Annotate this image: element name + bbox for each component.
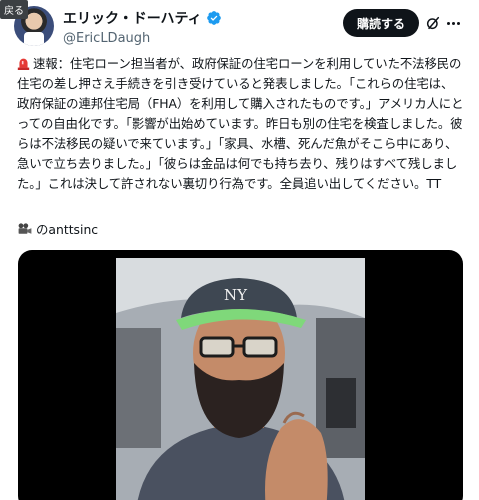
video-player[interactable]: NY bbox=[18, 250, 463, 500]
video-still: NY bbox=[116, 258, 365, 500]
display-name-text[interactable]: エリック・ドーハティ bbox=[63, 8, 202, 28]
subscribe-button[interactable]: 購読する bbox=[342, 9, 419, 37]
more-icon[interactable] bbox=[447, 18, 465, 28]
movie-camera-icon bbox=[18, 223, 32, 234]
video-credit: のanttsinc bbox=[17, 220, 98, 238]
verified-badge-icon bbox=[206, 11, 221, 25]
tweet-text: 速報：住宅ローン担当者が、政府保証の住宅ローンを利用していた不法移民の住宅の差し… bbox=[17, 54, 465, 194]
tweet-header: エリック・ドーハティ @EricLDaugh 購読する bbox=[14, 6, 465, 46]
author-handle[interactable]: @EricLDaugh bbox=[63, 31, 222, 46]
credit-text: のanttsinc bbox=[36, 222, 99, 237]
tweet-body: 速報：住宅ローン担当者が、政府保証の住宅ローンを利用していた不法移民の住宅の差し… bbox=[17, 56, 464, 191]
back-tooltip: 戻る bbox=[0, 0, 28, 19]
siren-icon bbox=[17, 58, 30, 70]
grok-icon[interactable] bbox=[425, 15, 441, 31]
author-display-name[interactable]: エリック・ドーハティ bbox=[63, 8, 222, 28]
video-frame[interactable]: NY bbox=[116, 258, 365, 500]
cap-logo: NY bbox=[224, 286, 248, 304]
author-name-block: エリック・ドーハティ @EricLDaugh bbox=[63, 8, 222, 46]
